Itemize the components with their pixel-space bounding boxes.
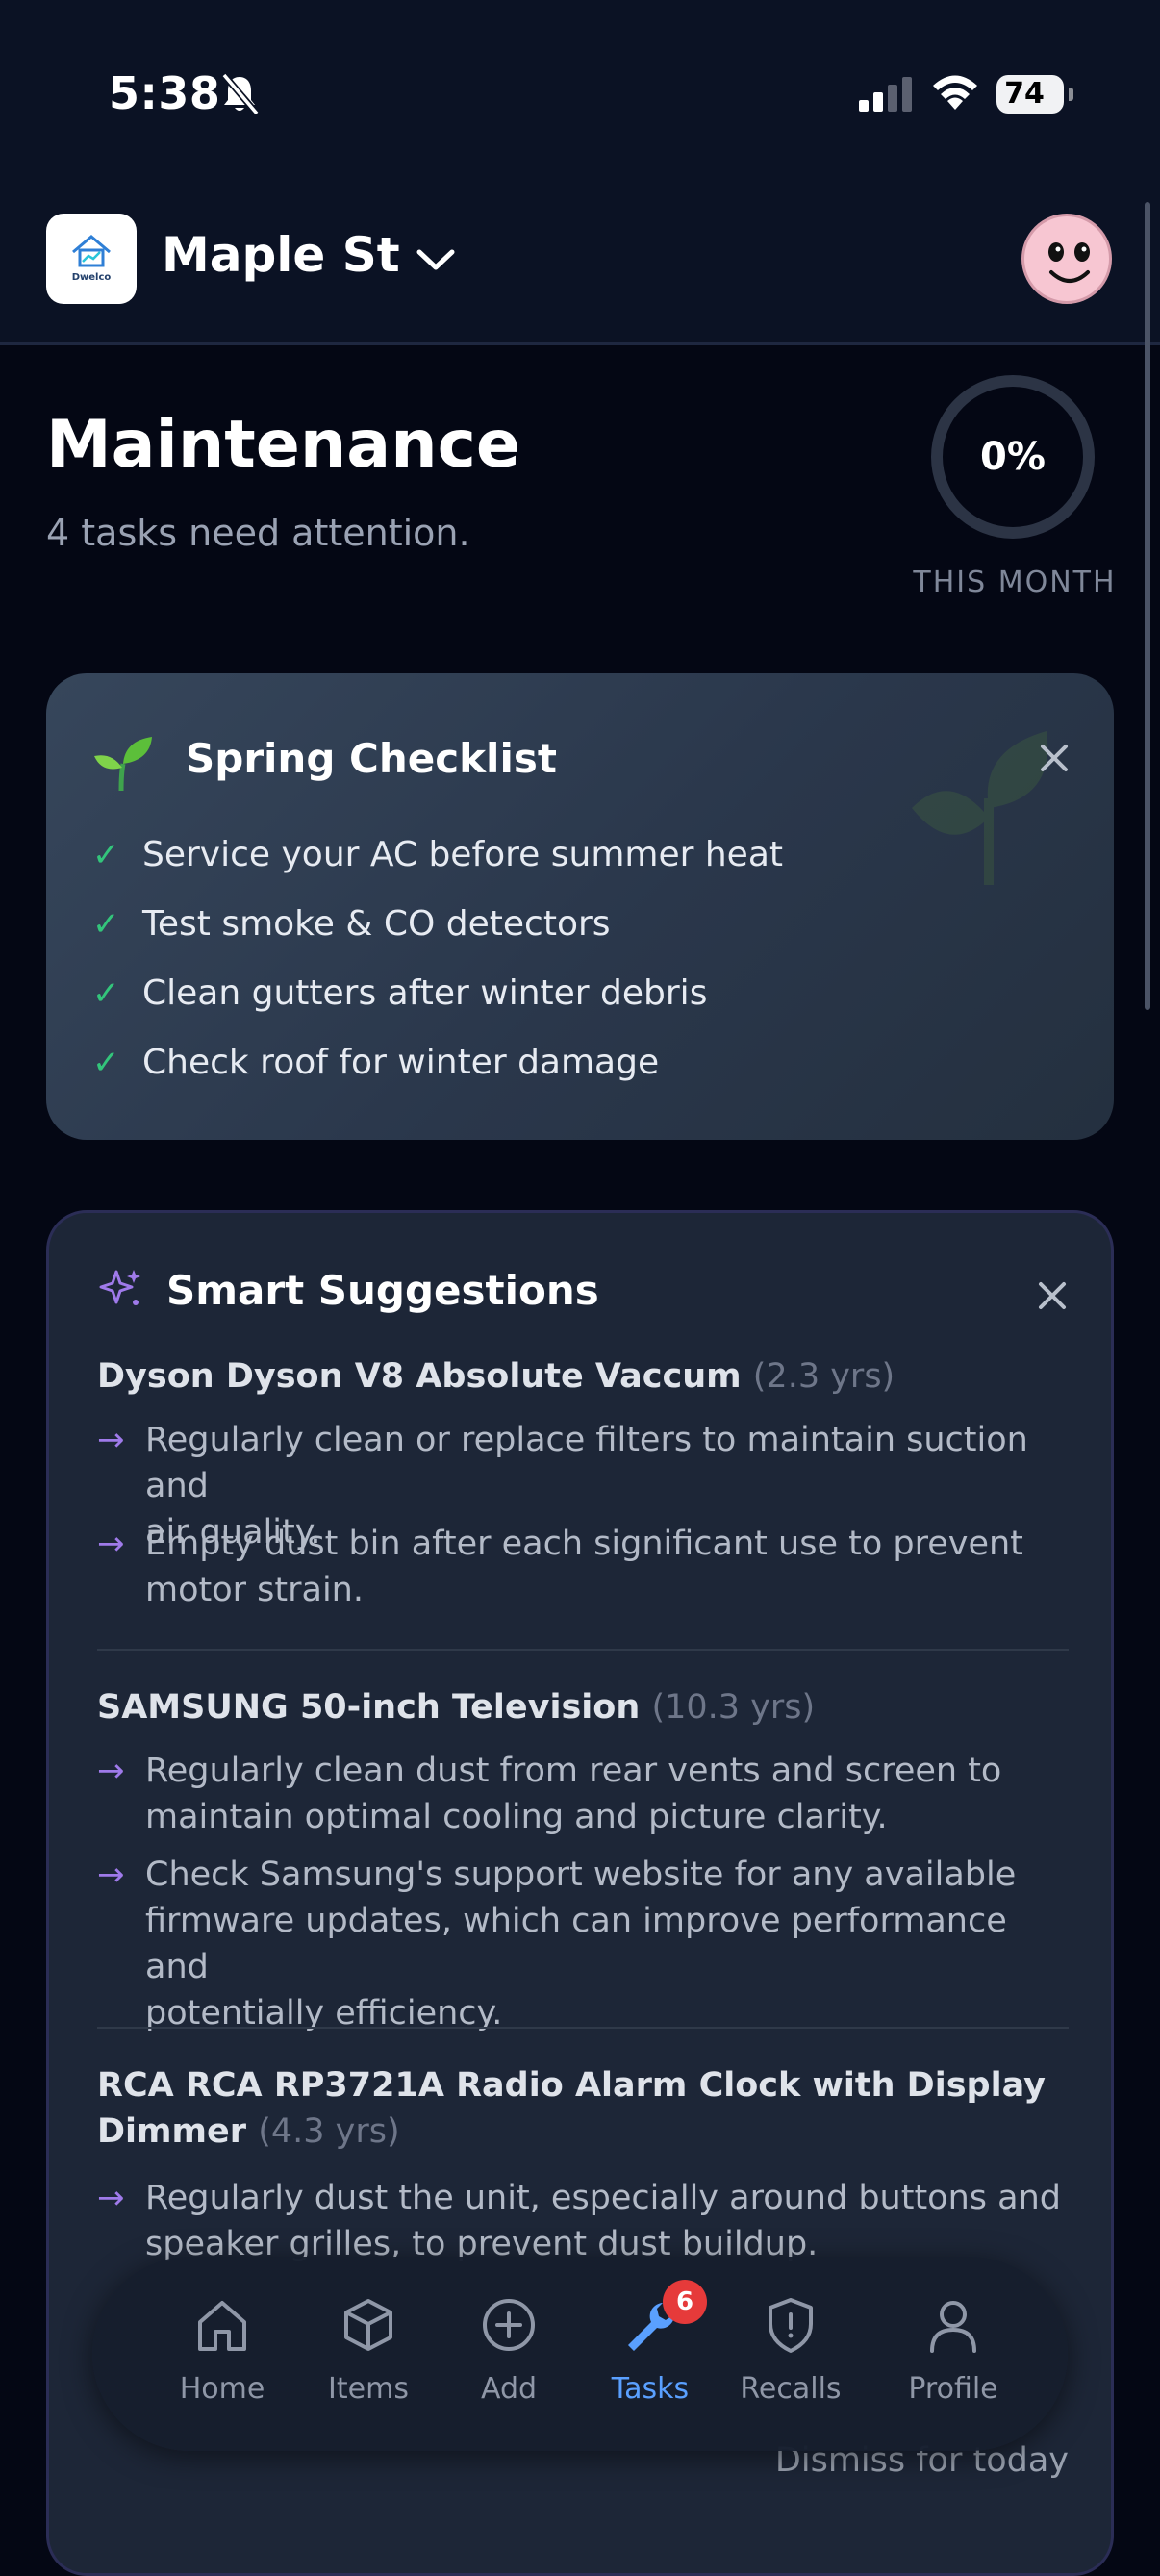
progress-value: 0% xyxy=(980,435,1046,479)
nav-items[interactable]: Items xyxy=(296,2257,441,2451)
check-icon: ✓ xyxy=(92,1044,120,1082)
suggestion-tip: → Regularly dust the unit, especially ar… xyxy=(97,2175,1069,2267)
nav-profile[interactable]: Profile xyxy=(881,2257,1025,2451)
nav-home[interactable]: Home xyxy=(150,2257,294,2451)
tasks-badge: 6 xyxy=(663,2280,707,2324)
divider xyxy=(97,2027,1069,2029)
bottom-nav: Home Items Add 6 Tasks Recalls Profile xyxy=(92,2257,1068,2451)
app-logo: Dwelco xyxy=(46,214,137,304)
status-bar: 5:38 74 xyxy=(0,0,1160,192)
arrow-right-icon: → xyxy=(97,1525,125,1563)
page-title: Maintenance xyxy=(46,407,521,483)
smart-suggestions-title: Smart Suggestions xyxy=(166,1267,599,1314)
suggestion-tip: → Regularly clean dust from rear vents a… xyxy=(97,1748,1069,1840)
nav-add[interactable]: Add xyxy=(437,2257,581,2451)
item-age: (10.3 yrs) xyxy=(651,1688,816,1727)
shield-alert-icon xyxy=(769,2298,813,2353)
checklist-item: ✓ Clean gutters after winter debris xyxy=(92,973,708,1013)
logo-text: Dwelco xyxy=(71,272,112,283)
page-subtitle: 4 tasks need attention. xyxy=(46,512,470,554)
check-icon: ✓ xyxy=(92,974,120,1013)
chevron-down-icon[interactable] xyxy=(414,240,458,279)
nav-recalls[interactable]: Recalls xyxy=(719,2257,863,2451)
suggestion-item-name: RCA RCA RP3721A Radio Alarm Clock with D… xyxy=(97,2066,1046,2151)
bell-muted-icon xyxy=(221,72,260,115)
arrow-right-icon: → xyxy=(97,1856,125,1894)
close-icon[interactable] xyxy=(1037,741,1072,775)
checklist-item: ✓ Test smoke & CO detectors xyxy=(92,904,611,944)
divider xyxy=(97,1649,1069,1651)
home-icon xyxy=(198,2301,246,2351)
arrow-right-icon: → xyxy=(97,1421,125,1459)
check-icon: ✓ xyxy=(92,836,120,874)
suggestion-tip: → Check Samsung's support website for an… xyxy=(97,1852,1069,2033)
cellular-signal-icon xyxy=(859,77,912,112)
property-selector[interactable]: Maple St xyxy=(162,227,400,283)
plus-circle-icon xyxy=(483,2299,535,2351)
smiley-avatar-icon xyxy=(1048,242,1090,283)
close-icon[interactable] xyxy=(1035,1278,1070,1313)
checklist-item: ✓ Check roof for winter damage xyxy=(92,1043,660,1082)
sprout-icon xyxy=(94,737,152,792)
suggestion-item-name: SAMSUNG 50-inch Television (10.3 yrs) xyxy=(97,1688,816,1727)
arrow-right-icon: → xyxy=(97,2179,125,2217)
suggestion-tip: → Regularly clean or replace filters to … xyxy=(97,1417,1069,1552)
scrollbar[interactable] xyxy=(1145,202,1150,1010)
nav-tasks[interactable]: 6 Tasks xyxy=(578,2257,722,2451)
spring-checklist-title: Spring Checklist xyxy=(186,735,557,782)
checklist-item: ✓ Service your AC before summer heat xyxy=(92,835,783,874)
house-logo-icon xyxy=(72,235,111,267)
status-time: 5:38 xyxy=(109,67,221,119)
wifi-icon xyxy=(933,75,977,110)
arrow-right-icon: → xyxy=(97,1752,125,1790)
avatar[interactable] xyxy=(1021,214,1112,304)
user-icon xyxy=(930,2301,976,2353)
suggestion-tip: → Empty dust bin after each significant … xyxy=(97,1521,1069,1613)
suggestion-item-name: Dyson Dyson V8 Absolute Vaccum (2.3 yrs) xyxy=(97,1357,895,1396)
check-icon: ✓ xyxy=(92,905,120,944)
item-age: (2.3 yrs) xyxy=(752,1357,895,1396)
spring-checklist-card: Spring Checklist ✓ Service your AC before… xyxy=(46,673,1114,1140)
sparkle-icon xyxy=(99,1270,140,1305)
progress-caption: THIS MONTH xyxy=(913,566,1117,599)
battery-indicator: 74 xyxy=(996,75,1073,114)
app-header: Dwelco Maple St xyxy=(0,192,1160,345)
battery-level: 74 xyxy=(1004,77,1045,111)
item-age: (4.3 yrs) xyxy=(258,2112,400,2151)
box-icon xyxy=(344,2299,392,2351)
